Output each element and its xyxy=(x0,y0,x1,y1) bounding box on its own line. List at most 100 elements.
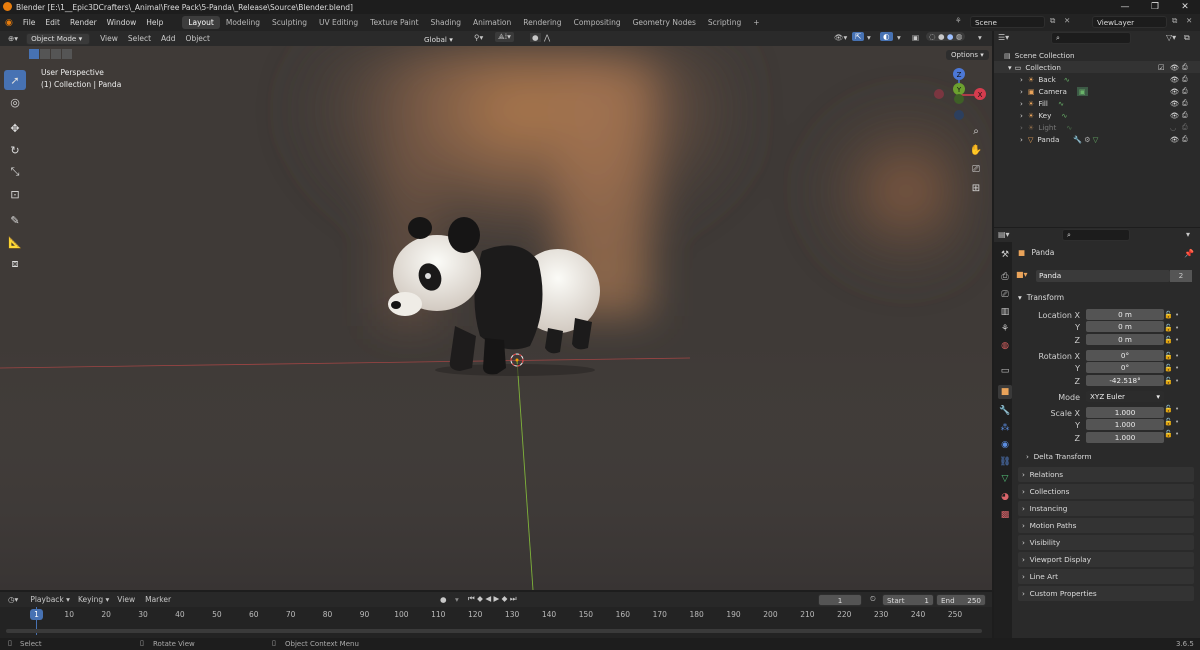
jump-start-icon[interactable]: ⏮ xyxy=(468,594,475,603)
add-cube-tool-icon[interactable]: ⧈ xyxy=(4,254,26,274)
visibility-eye-icon[interactable]: 👁 xyxy=(1170,75,1179,84)
maximize-icon[interactable]: ❐ xyxy=(1140,0,1170,14)
snap-icon[interactable]: ⟁⁞▾ xyxy=(495,32,514,42)
render-camera-icon[interactable]: ⎙ xyxy=(1182,110,1188,120)
menu-playback[interactable]: Playback ▾ xyxy=(30,595,70,604)
menu-file[interactable]: File xyxy=(18,18,41,27)
expand-icon[interactable]: ▾ xyxy=(1018,293,1022,302)
visibility-eye-icon[interactable]: 👁 xyxy=(1170,99,1179,108)
preview-range-icon[interactable]: ⏲ xyxy=(870,594,876,604)
scale-x-field[interactable]: 1.000 xyxy=(1086,407,1164,418)
menu-view[interactable]: View xyxy=(100,34,118,43)
expand-icon[interactable]: › xyxy=(1020,87,1023,96)
rotation-mode-dropdown[interactable]: XYZ Euler ▾ xyxy=(1086,391,1164,402)
delta-transform-header[interactable]: › Delta Transform xyxy=(1026,452,1092,461)
editor-type-icon[interactable]: ⊕▾ xyxy=(8,34,18,43)
tab-compositing[interactable]: Compositing xyxy=(568,16,627,29)
lock-icon[interactable]: 🔓 • xyxy=(1164,362,1190,375)
xray-icon[interactable]: ▣ xyxy=(912,33,919,42)
visibility-eye-icon[interactable]: 👁 xyxy=(1170,63,1179,72)
scene-selector[interactable]: Scene xyxy=(970,16,1045,28)
outliner-row-panda[interactable]: › ▽ Panda 🔧 ⚙ ▽ 👁 ⎙ xyxy=(994,133,1200,145)
expand-icon[interactable]: › xyxy=(1020,111,1023,120)
playhead-frame-indicator[interactable]: 1 xyxy=(30,609,43,620)
new-scene-icon[interactable]: ⧉ xyxy=(1050,16,1055,26)
view-layer-selector[interactable]: ViewLayer xyxy=(1092,16,1167,28)
outliner-row-light[interactable]: › ☀ Light ∿ ◡ ⎙ xyxy=(994,121,1200,133)
lock-icon[interactable]: 🔓 • xyxy=(1164,322,1190,335)
tab-layout[interactable]: Layout xyxy=(182,16,220,29)
menu-help[interactable]: Help xyxy=(141,18,168,27)
menu-object[interactable]: Object xyxy=(186,34,210,43)
outliner-row-key[interactable]: › ☀ Key ∿ 👁 ⎙ xyxy=(994,109,1200,121)
visibility-eye-icon[interactable]: 👁 xyxy=(1170,111,1179,120)
delete-scene-icon[interactable]: ✕ xyxy=(1064,16,1070,25)
play-reverse-icon[interactable]: ◀ xyxy=(485,594,491,603)
expand-icon[interactable]: › xyxy=(1020,99,1023,108)
transform-tool-icon[interactable]: ⊡ xyxy=(4,184,26,204)
object-mode-dropdown[interactable]: Object Mode ▾ xyxy=(26,32,91,45)
outliner-search-input[interactable]: ⌕ xyxy=(1051,32,1131,44)
location-z-field[interactable]: 0 m xyxy=(1086,334,1164,345)
shading-dropdown-icon[interactable]: ▾ xyxy=(978,33,982,42)
tab-geometry-nodes[interactable]: Geometry Nodes xyxy=(627,16,702,29)
measure-tool-icon[interactable]: 📐 xyxy=(4,232,26,252)
camera-view-icon[interactable]: ⎚ xyxy=(969,160,983,179)
select-intersect-icon[interactable] xyxy=(62,49,72,59)
tab-rendering[interactable]: Rendering xyxy=(517,16,567,29)
collapse-icon[interactable]: ▾ xyxy=(1186,230,1190,239)
expand-icon[interactable]: › xyxy=(1020,123,1023,132)
tab-uv-editing[interactable]: UV Editing xyxy=(313,16,364,29)
properties-editor-icon[interactable]: ▤▾ xyxy=(998,230,1010,239)
next-keyframe-icon[interactable]: ◆ xyxy=(502,594,508,603)
render-camera-icon[interactable]: ⎙ xyxy=(1182,74,1188,84)
menu-add[interactable]: Add xyxy=(161,34,176,43)
render-camera-icon[interactable]: ⎙ xyxy=(1182,62,1188,72)
solid-shading-icon[interactable]: ● xyxy=(938,32,945,41)
rotate-tool-icon[interactable]: ↻ xyxy=(4,140,26,160)
menu-window[interactable]: Window xyxy=(102,18,142,27)
pan-hand-icon[interactable]: ✋ xyxy=(969,141,983,160)
start-frame-field[interactable]: Start 1 xyxy=(882,594,934,606)
render-camera-icon[interactable]: ⎙ xyxy=(1182,134,1188,144)
blender-menu-icon[interactable]: ◉ xyxy=(0,18,18,28)
menu-render[interactable]: Render xyxy=(65,18,102,27)
render-tab-icon[interactable]: ⎙ xyxy=(998,270,1012,284)
prev-keyframe-icon[interactable]: ◆ xyxy=(477,594,483,603)
exclude-checkbox[interactable]: ☑ xyxy=(1158,63,1164,72)
lock-icon[interactable]: 🔓 • xyxy=(1164,416,1190,429)
constraints-tab-icon[interactable]: ⛓ xyxy=(998,455,1012,469)
tab-animation[interactable]: Animation xyxy=(467,16,517,29)
tab-shading[interactable]: Shading xyxy=(425,16,467,29)
outliner-row-fill[interactable]: › ☀ Fill ∿ 👁 ⎙ xyxy=(994,97,1200,109)
delete-view-layer-icon[interactable]: ✕ xyxy=(1186,16,1192,25)
shading-mode-group[interactable]: ◌ ● ● ◍ xyxy=(926,32,966,41)
outliner-row-back[interactable]: › ☀ Back ∿ 👁 ⎙ xyxy=(994,73,1200,85)
panel-collections[interactable]: › Collections xyxy=(1018,484,1194,499)
tab-scripting[interactable]: Scripting xyxy=(702,16,747,29)
tab-modeling[interactable]: Modeling xyxy=(220,16,266,29)
object-datablock-icon[interactable]: ■▾ xyxy=(1016,270,1036,282)
cursor-tool-icon[interactable]: ◎ xyxy=(4,92,26,112)
menu-select[interactable]: Select xyxy=(128,34,151,43)
panel-viewport-display[interactable]: › Viewport Display xyxy=(1018,552,1194,567)
transform-orientation-dropdown[interactable]: Global ▾ xyxy=(420,33,468,45)
visibility-eye-icon[interactable]: 👁 xyxy=(1170,135,1179,144)
select-extend-icon[interactable] xyxy=(40,49,50,59)
proportional-edit-icon[interactable]: ● xyxy=(530,33,541,42)
data-tab-icon[interactable]: ▽ xyxy=(998,472,1012,486)
expand-icon[interactable]: › xyxy=(1020,75,1023,84)
tab-texture-paint[interactable]: Texture Paint xyxy=(364,16,424,29)
select-subtract-icon[interactable] xyxy=(51,49,61,59)
expand-icon[interactable]: › xyxy=(1020,135,1023,144)
texture-tab-icon[interactable]: ▩ xyxy=(998,508,1012,522)
panel-custom-properties[interactable]: › Custom Properties xyxy=(1018,586,1194,601)
location-x-field[interactable]: 0 m xyxy=(1086,309,1164,320)
camera-data-icon[interactable]: ▣ xyxy=(1076,86,1088,96)
render-camera-icon[interactable]: ⎙ xyxy=(1182,98,1188,108)
new-collection-icon[interactable]: ⧉ xyxy=(1184,33,1190,43)
menu-keying[interactable]: Keying ▾ xyxy=(78,595,109,604)
user-count[interactable]: 2 xyxy=(1170,270,1192,282)
auto-keying-dropdown-icon[interactable]: ▾ xyxy=(455,595,459,604)
render-camera-icon[interactable]: ⎙ xyxy=(1182,86,1188,96)
